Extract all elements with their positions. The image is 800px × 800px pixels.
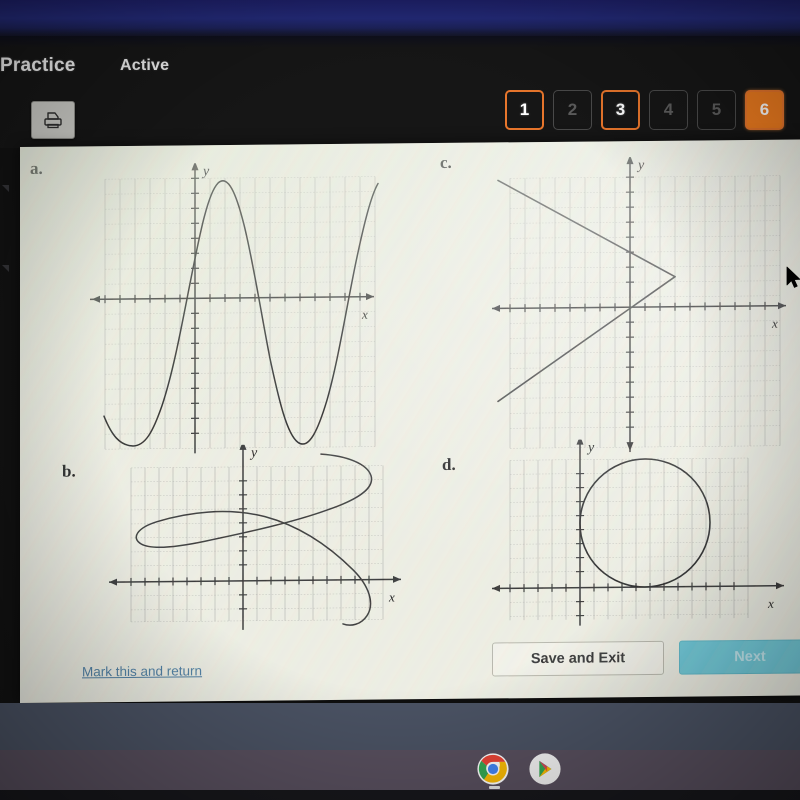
svg-text:y: y [586,440,595,455]
question-nav-2[interactable]: 2 [553,90,592,130]
option-b-label: b. [62,461,76,481]
svg-text:x: x [388,589,395,604]
mouse-cursor [786,266,800,290]
graph-option-c[interactable]: y x [490,155,790,454]
print-button[interactable] [31,101,75,139]
question-nav-3[interactable]: 3 [601,90,640,130]
gutter-marker-upper [2,185,9,192]
svg-text:x: x [767,596,774,611]
graph-option-d[interactable]: y x [490,437,790,631]
option-a-label: a. [30,158,43,178]
answer-sheet: a. y x c. y x b. y x d. y x Mark this an… [20,139,800,703]
next-button[interactable]: Next [679,639,800,675]
page-title: Practice [0,55,76,76]
question-nav-6[interactable]: 6 [745,90,784,130]
question-nav-1[interactable]: 1 [505,90,544,130]
graph-option-a[interactable]: y x [90,161,380,455]
mark-this-and-return-link[interactable]: Mark this and return [82,663,202,679]
chrome-running-indicator [489,786,500,789]
svg-text:y: y [201,164,210,179]
shelf-icon-list [476,752,562,786]
svg-text:y: y [249,446,258,461]
question-nav-5[interactable]: 5 [697,90,736,130]
tab-active[interactable]: Active [120,57,169,75]
save-and-exit-button[interactable]: Save and Exit [492,640,664,677]
play-store-icon[interactable] [528,752,562,786]
screen-bezel [0,790,800,800]
graph-option-b[interactable]: y x [105,443,405,636]
chrome-icon[interactable] [476,752,510,786]
gutter-marker-lower [2,265,9,272]
svg-text:x: x [771,316,778,331]
desktop-background [0,703,800,750]
option-c-label: c. [440,152,452,172]
question-pager[interactable]: 1 2 3 4 5 6 [505,90,784,130]
option-d-label: d. [442,454,456,474]
svg-text:y: y [636,158,645,173]
chromebook-screen: Practice Active 1 2 3 4 5 6 a. y x c. y … [0,0,800,800]
chromeos-shelf [0,750,800,790]
svg-text:x: x [361,307,368,322]
printer-icon [41,110,65,130]
question-nav-4[interactable]: 4 [649,90,688,130]
